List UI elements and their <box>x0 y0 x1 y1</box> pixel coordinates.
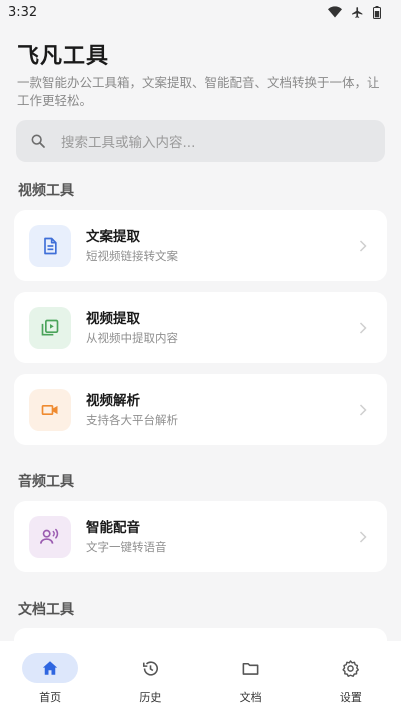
app-description: 一款智能办公工具箱，文案提取、智能配音、文档转换于一体，让工作更轻松。 <box>17 75 380 108</box>
status-time: 3:32 <box>8 4 38 20</box>
home-icon <box>43 661 58 675</box>
card-title: 文案提取 <box>86 228 140 245</box>
card-icon-bg <box>29 224 71 267</box>
card-title: 视频提取 <box>86 310 140 327</box>
card-icon-bg <box>29 306 71 349</box>
tool-card-video-extract[interactable]: 视频提取 从视频中提取内容 <box>14 292 387 363</box>
section-title-video: 视频工具 <box>18 183 74 199</box>
wifi-icon <box>328 6 342 18</box>
airplane-icon <box>352 6 363 18</box>
gear-icon <box>342 659 360 677</box>
card-text: 视频解析 支持各大平台解析 <box>86 392 359 428</box>
card-subtitle: 支持各大平台解析 <box>86 412 178 427</box>
video-camera-icon <box>41 404 58 415</box>
nav-label: 设置 <box>339 691 362 704</box>
home-screen: 3:32 飞凡工具 一款智能办公工具箱，文案提取、智能配音、文档转换于一体，让工… <box>0 0 401 713</box>
document-icon <box>44 237 57 254</box>
search-icon <box>31 134 45 148</box>
bottom-navigation: 首页 历史 文档 设置 <box>0 641 401 713</box>
card-icon-bg <box>29 388 71 431</box>
chevron-right-icon <box>359 239 367 252</box>
card-icon-bg <box>29 515 71 558</box>
card-subtitle: 从视频中提取内容 <box>86 330 178 345</box>
nav-icon-wrap <box>223 653 279 683</box>
nav-item-documents[interactable]: 文档 <box>201 641 301 713</box>
nav-item-history[interactable]: 历史 <box>100 641 200 713</box>
nav-icon-wrap <box>122 653 178 683</box>
page-title: 飞凡工具 <box>17 44 110 69</box>
status-icons <box>328 5 381 19</box>
tool-card-copy-extract[interactable]: 文案提取 短视频链接转文案 <box>14 210 387 281</box>
nav-active-indicator <box>22 653 79 683</box>
card-text: 文案提取 短视频链接转文案 <box>86 228 359 264</box>
folder-icon <box>242 662 259 675</box>
history-icon <box>142 660 158 676</box>
card-text: 智能配音 文字一键转语音 <box>86 519 359 555</box>
section-title-document: 文档工具 <box>18 602 74 618</box>
card-title: 视频解析 <box>86 392 140 409</box>
chevron-right-icon <box>359 321 367 334</box>
status-bar: 3:32 <box>0 0 401 24</box>
card-subtitle: 短视频链接转文案 <box>86 248 178 263</box>
chevron-right-icon <box>359 530 367 543</box>
nav-item-settings[interactable]: 设置 <box>301 641 401 713</box>
video-library-icon <box>41 319 59 335</box>
battery-icon <box>373 5 381 19</box>
card-title: 智能配音 <box>86 519 140 536</box>
nav-label: 历史 <box>139 691 162 704</box>
chevron-right-icon <box>359 403 367 416</box>
search-placeholder: 搜索工具或输入内容... <box>61 135 196 151</box>
tool-card-video-parse[interactable]: 视频解析 支持各大平台解析 <box>14 374 387 445</box>
nav-label: 文档 <box>239 691 262 704</box>
nav-icon-wrap <box>323 653 379 683</box>
card-text: 视频提取 从视频中提取内容 <box>86 310 359 346</box>
search-input[interactable]: 搜索工具或输入内容... <box>16 120 385 162</box>
nav-item-home[interactable]: 首页 <box>0 641 100 713</box>
section-title-audio: 音频工具 <box>18 474 74 490</box>
nav-label: 首页 <box>39 691 62 704</box>
card-subtitle: 文字一键转语音 <box>86 539 167 554</box>
tool-card-smart-dubbing[interactable]: 智能配音 文字一键转语音 <box>14 501 387 572</box>
voice-user-icon <box>40 528 59 544</box>
